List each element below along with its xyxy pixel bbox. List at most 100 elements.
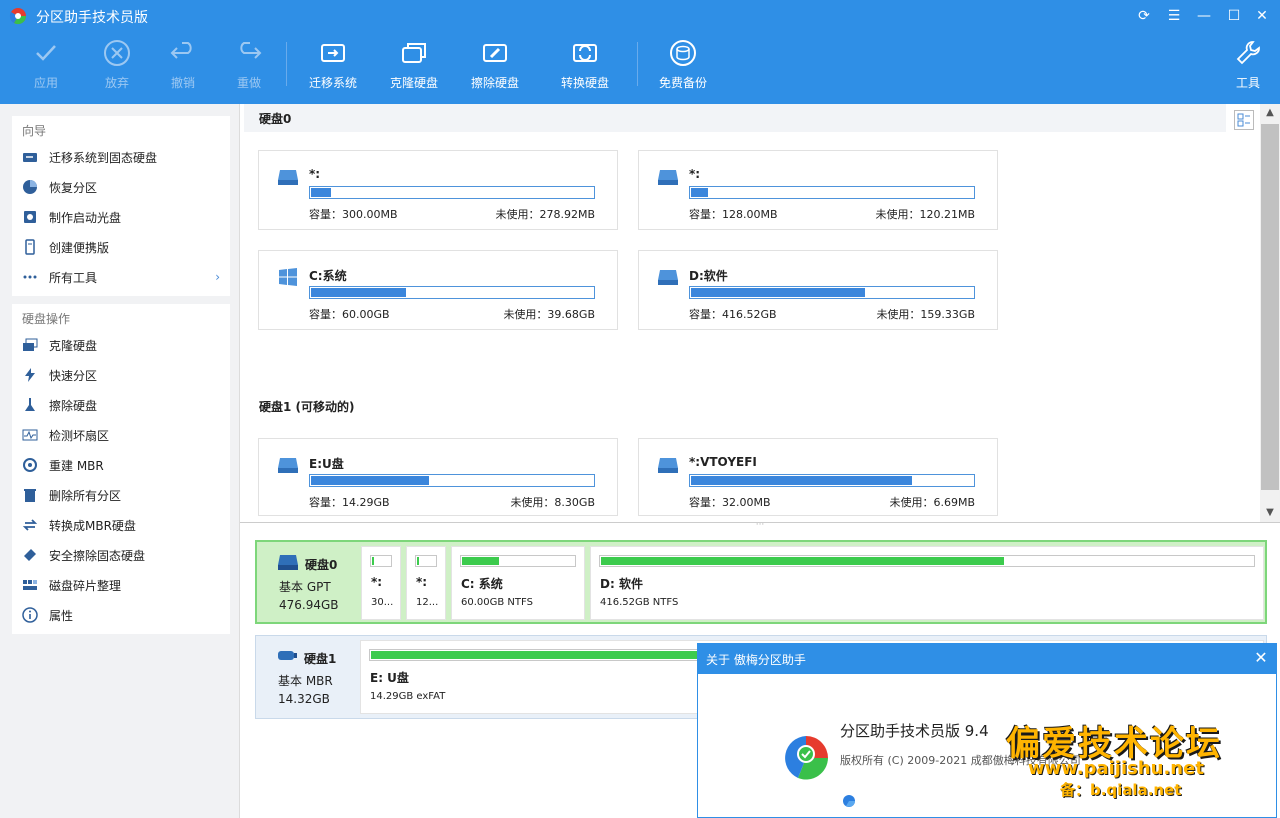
- backup-icon: [670, 40, 696, 66]
- toolbar: 应用 放弃 撤销 重做 迁移系统 克隆硬盘 擦除硬盘 转换硬盘 免费备份 工具: [0, 32, 1280, 104]
- close-icon[interactable]: ✕: [1252, 6, 1272, 26]
- map-partition[interactable]: *: 30...: [361, 546, 401, 620]
- wizard-item-migrate-ssd[interactable]: 迁移系统到固态硬盘: [12, 142, 230, 172]
- migrate-ssd-icon: [22, 149, 38, 165]
- partition-card[interactable]: *: 容量：128.00MB 未使用：120.21MB: [638, 150, 998, 230]
- tools-button[interactable]: 工具: [1228, 38, 1268, 98]
- usage-bar: [309, 474, 595, 487]
- disk0-header: 硬盘0: [244, 104, 1226, 132]
- discard-button[interactable]: 放弃: [97, 38, 137, 98]
- convert-disk-button[interactable]: 转换硬盘: [557, 38, 613, 98]
- rebuild-icon: [22, 457, 38, 473]
- wrench-icon: [1236, 41, 1260, 65]
- menu-icon[interactable]: ☰: [1164, 6, 1184, 26]
- refresh-icon[interactable]: ⟳: [1134, 6, 1154, 26]
- grid-view-icon: [1237, 113, 1250, 127]
- usage-fill: [311, 476, 429, 485]
- disk-icon: [278, 555, 298, 570]
- op-delete-all-partitions[interactable]: 删除所有分区: [12, 480, 230, 510]
- defrag-icon: [22, 577, 38, 593]
- scrollbar-thumb[interactable]: [1261, 124, 1279, 490]
- pie-chart-icon: [22, 179, 38, 195]
- usage-bar: [689, 474, 975, 487]
- redo-button[interactable]: 重做: [229, 38, 269, 98]
- convert-disk-icon: [573, 44, 597, 62]
- wizard-item-portable[interactable]: 创建便携版: [12, 232, 230, 262]
- disk0-info: 硬盘0 基本 GPT 476.94GB: [257, 542, 359, 622]
- boot-disc-icon: [22, 209, 38, 225]
- clone-disk-icon: [22, 337, 38, 353]
- op-rebuild-mbr[interactable]: 重建 MBR: [12, 450, 230, 480]
- about-copyright: 版权所有 (C) 2009-2021 成都傲梅科技有限公司: [840, 754, 1081, 767]
- convert-icon: [22, 517, 38, 533]
- broom-icon: [22, 397, 38, 413]
- usage-bar: [689, 186, 975, 199]
- disk-ops-title: 硬盘操作: [22, 312, 71, 326]
- maximize-icon[interactable]: ☐: [1224, 6, 1244, 26]
- map-partition[interactable]: C: 系统 60.00GB NTFS: [451, 546, 585, 620]
- migrate-system-button[interactable]: 迁移系统: [305, 38, 361, 98]
- undo-icon: [170, 42, 192, 59]
- op-quick-partition[interactable]: 快速分区: [12, 360, 230, 390]
- wizard-item-boot-disc[interactable]: 制作启动光盘: [12, 202, 230, 232]
- drive-icon: [658, 270, 678, 285]
- op-clone-disk[interactable]: 克隆硬盘: [12, 330, 230, 360]
- usage-fill: [311, 188, 331, 197]
- wizard-panel: 向导 迁移系统到固态硬盘 恢复分区 制作启动光盘 创建便携版 所有工具 ›: [12, 116, 230, 296]
- usage-fill: [691, 288, 865, 297]
- drive-icon: [658, 170, 678, 185]
- partition-card[interactable]: *: 容量：300.00MB 未使用：278.92MB: [258, 150, 618, 230]
- wipe-disk-button[interactable]: 擦除硬盘: [467, 38, 523, 98]
- map-partition[interactable]: *: 12...: [406, 546, 446, 620]
- drive-icon: [658, 458, 678, 473]
- drive-icon: [278, 170, 298, 185]
- lightning-icon: [22, 367, 38, 383]
- op-secure-erase-ssd[interactable]: 安全擦除固态硬盘: [12, 540, 230, 570]
- usage-fill: [691, 476, 912, 485]
- app-logo-icon: [785, 736, 828, 780]
- op-check-bad-sectors[interactable]: 检测坏扇区: [12, 420, 230, 450]
- scroll-up-arrow[interactable]: ▲: [1260, 104, 1280, 122]
- op-properties[interactable]: 属性: [12, 600, 230, 630]
- usage-bar: [689, 286, 975, 299]
- op-wipe-disk[interactable]: 擦除硬盘: [12, 390, 230, 420]
- minimize-icon[interactable]: —: [1194, 6, 1214, 26]
- eraser-icon: [22, 547, 38, 563]
- pane-splitter[interactable]: ···: [240, 521, 1280, 530]
- partition-card[interactable]: D:软件 容量：416.52GB 未使用：159.33GB: [638, 250, 998, 330]
- disk-ops-panel: 硬盘操作 克隆硬盘 快速分区 擦除硬盘 检测坏扇区 重建 MBR 删除所有分区 …: [12, 304, 230, 634]
- op-defrag[interactable]: 磁盘碎片整理: [12, 570, 230, 600]
- wizard-item-recover-partition[interactable]: 恢复分区: [12, 172, 230, 202]
- op-convert-mbr[interactable]: 转换成MBR硬盘: [12, 510, 230, 540]
- heartbeat-icon: [22, 427, 38, 443]
- migrate-icon: [321, 44, 345, 62]
- undo-button[interactable]: 撤销: [163, 38, 203, 98]
- app-title: 分区助手技术员版: [36, 10, 148, 26]
- map-partition[interactable]: D: 软件 416.52GB NTFS: [590, 546, 1264, 620]
- disk1-info: 硬盘1 基本 MBR 14.32GB: [256, 636, 358, 718]
- partition-card[interactable]: *:VTOYEFI 容量：32.00MB 未使用：6.69MB: [638, 438, 998, 516]
- scroll-down-arrow[interactable]: ▼: [1260, 504, 1280, 522]
- partition-card[interactable]: C:系统 容量：60.00GB 未使用：39.68GB: [258, 250, 618, 330]
- wizard-title: 向导: [22, 124, 47, 138]
- usb-disk-icon: [278, 651, 297, 660]
- usage-bar: [309, 286, 595, 299]
- free-backup-button[interactable]: 免费备份: [655, 38, 711, 98]
- check-icon: [36, 45, 56, 61]
- view-toggle-button[interactable]: [1234, 110, 1254, 130]
- clone-disk-button[interactable]: 克隆硬盘: [386, 38, 442, 98]
- windows-icon: [279, 268, 297, 286]
- usage-fill: [691, 188, 708, 197]
- small-logo-icon: [843, 795, 855, 807]
- about-dialog: 关于 傲梅分区助手 ✕ 分区助手技术员版 9.4 版权所有 (C) 2009-2…: [697, 643, 1277, 818]
- close-icon[interactable]: ✕: [1252, 649, 1270, 667]
- redo-icon: [240, 42, 262, 59]
- apply-button[interactable]: 应用: [26, 38, 66, 98]
- title-bar: 分区助手技术员版 ⟳ ☰ — ☐ ✕: [0, 0, 1280, 32]
- portable-icon: [22, 239, 38, 255]
- disk1-header: 硬盘1 (可移动的): [244, 392, 1226, 420]
- partition-card[interactable]: E:U盘 容量：14.29GB 未使用：8.30GB: [258, 438, 618, 516]
- wizard-item-all-tools[interactable]: 所有工具 ›: [12, 262, 230, 292]
- disk0-map-row[interactable]: 硬盘0 基本 GPT 476.94GB *: 30... *: 12... C:…: [255, 540, 1267, 624]
- about-dialog-title: 关于 傲梅分区助手: [698, 644, 1276, 674]
